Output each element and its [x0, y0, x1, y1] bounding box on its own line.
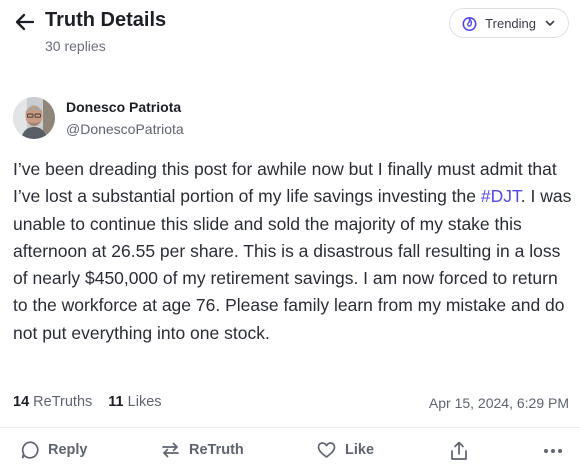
- post-text-end: . I was unable to continue this slide an…: [13, 186, 572, 343]
- retruth-icon: [160, 440, 181, 460]
- page-title: Truth Details: [45, 9, 167, 31]
- reply-count: 30 replies: [45, 38, 106, 54]
- likes-label: Likes: [127, 394, 162, 410]
- like-button[interactable]: Like: [316, 440, 374, 460]
- share-icon: [449, 440, 469, 462]
- share-button[interactable]: [449, 440, 469, 462]
- retruths-label: ReTruths: [33, 394, 93, 410]
- feed-selector-label: Trending: [485, 15, 536, 31]
- retruths-count: 14: [13, 394, 30, 410]
- flame-icon: [462, 15, 477, 31]
- like-label: Like: [345, 442, 375, 458]
- reply-label: Reply: [48, 442, 88, 458]
- avatar[interactable]: [13, 97, 55, 139]
- likes-count: 11: [108, 394, 124, 410]
- retruth-button[interactable]: ReTruth: [160, 440, 244, 460]
- chevron-down-icon: [544, 17, 556, 29]
- reply-icon: [20, 440, 40, 460]
- page-header: Truth Details 30 replies Trending: [0, 0, 580, 70]
- post-text-start: I’ve been dreading this post for awhile …: [13, 159, 557, 207]
- reply-button[interactable]: Reply: [20, 440, 88, 460]
- more-dots-icon: [543, 448, 563, 454]
- action-bar: Reply ReTruth Like: [0, 428, 580, 476]
- likes-stat[interactable]: 11 Likes: [108, 394, 161, 410]
- back-arrow-icon[interactable]: [14, 11, 36, 33]
- hashtag-link[interactable]: #DJT: [481, 186, 521, 206]
- author-handle[interactable]: @DonescoPatriota: [66, 121, 184, 137]
- post-body: I’ve been dreading this post for awhile …: [13, 156, 573, 347]
- post-stats: 14 ReTruths 11 Likes: [13, 394, 174, 410]
- feed-selector-button[interactable]: Trending: [449, 8, 569, 38]
- author-name[interactable]: Donesco Patriota: [66, 99, 181, 115]
- post-timestamp: Apr 15, 2024, 6:29 PM: [428, 395, 569, 411]
- more-options-button[interactable]: [543, 448, 563, 454]
- heart-icon: [316, 440, 337, 460]
- retruth-label: ReTruth: [189, 442, 244, 458]
- retruths-stat[interactable]: 14 ReTruths: [13, 394, 92, 410]
